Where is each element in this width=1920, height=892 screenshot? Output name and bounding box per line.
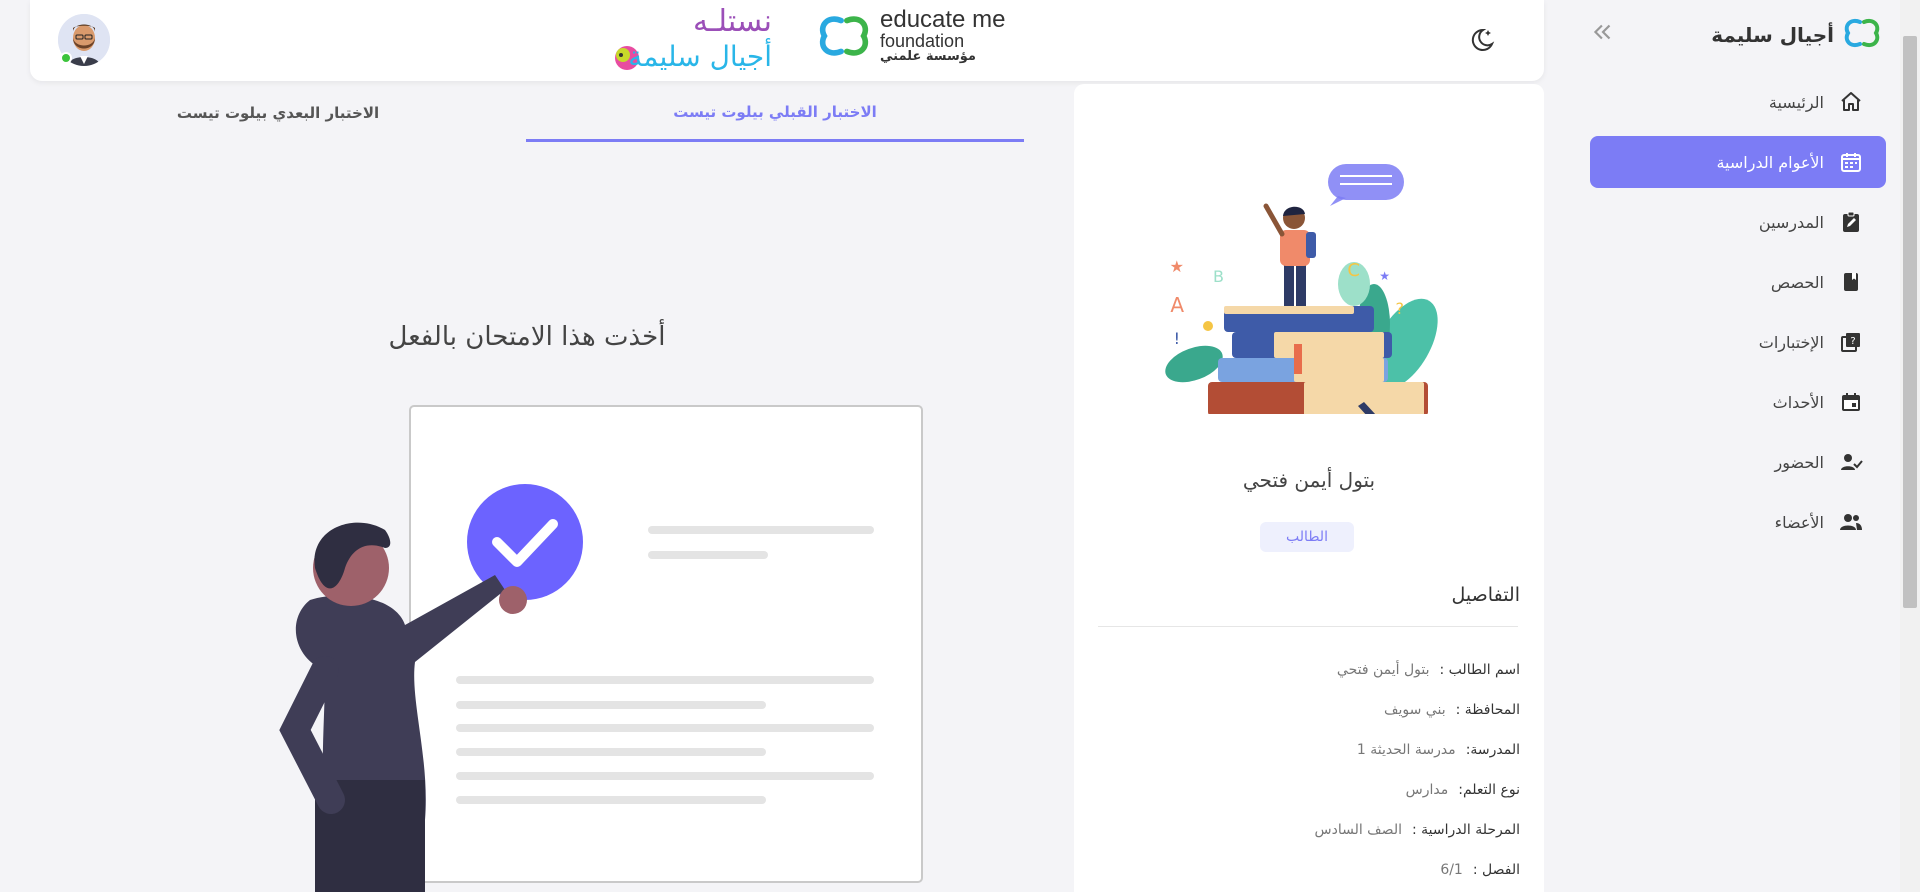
detail-row-class: الفصل : 6/1	[1090, 850, 1520, 890]
svg-text:?: ?	[1396, 299, 1405, 318]
details-divider	[1098, 626, 1518, 627]
sidebar: أجيال سليمة الرئيسية الأعوام الدراسية ال…	[1562, 0, 1900, 892]
brand-name: أجيال سليمة	[1711, 23, 1834, 47]
svg-text:B: B	[1213, 267, 1224, 286]
detail-label: المرحلة الدراسية :	[1411, 822, 1520, 838]
reading-books-illustration: ★ B A C ★ ? !	[1165, 164, 1438, 414]
role-badge: الطالب	[1260, 522, 1354, 552]
svg-text:C: C	[1347, 260, 1360, 281]
educate-me-logo-icon	[819, 15, 869, 56]
tab-pre-test[interactable]: الاختبار القبلي بيلوت تيست	[526, 84, 1024, 142]
tab-post-test[interactable]: الاختبار البعدي بيلوت تيست	[30, 84, 526, 142]
svg-text:!: !	[1174, 329, 1180, 348]
exam-already-taken-message: أخذت هذا الامتحان بالفعل	[388, 322, 666, 352]
educate-me-logo: educate me foundation مؤسسة علمني	[816, 8, 1005, 63]
online-status-dot	[60, 52, 72, 64]
detail-row-governorate: المحافظة : بني سويف	[1090, 690, 1520, 730]
sidebar-item-events[interactable]: الأحداث	[1590, 376, 1886, 428]
book-icon	[1838, 269, 1864, 295]
ajyal-saleema-logo: نستلـه أجيال سليمة	[582, 4, 782, 76]
ajyal-logo-line1: نستلـه	[693, 4, 772, 39]
user-check-icon	[1838, 449, 1864, 475]
sidebar-item-label: الإختبارات	[1758, 332, 1824, 352]
detail-label: نوع التعلم:	[1458, 782, 1520, 798]
sidebar-item-attendance[interactable]: الحضور	[1590, 436, 1886, 488]
svg-text:?: ?	[1850, 336, 1855, 347]
completed-checklist-illustration	[279, 405, 923, 892]
detail-label: المدرسة:	[1465, 742, 1520, 758]
brand-logo-icon	[1842, 16, 1882, 54]
moon-stars-icon	[1471, 28, 1495, 51]
sidebar-item-label: الرئيسية	[1768, 92, 1824, 112]
detail-label: المحافظة :	[1455, 702, 1520, 718]
student-profile-card: ★ B A C ★ ? ! بتول أيمن فتحي الطالب التف…	[1074, 84, 1544, 892]
detail-value: مدرسة الحديثة 1	[1356, 742, 1456, 758]
sidebar-collapse-button[interactable]	[1582, 19, 1624, 52]
educate-me-text: educate me	[880, 6, 1006, 33]
clipboard-edit-icon	[1838, 209, 1864, 235]
svg-text:★: ★	[1170, 257, 1184, 276]
student-name: بتول أيمن فتحي	[1242, 468, 1376, 492]
sidebar-item-home[interactable]: الرئيسية	[1590, 76, 1886, 128]
sidebar-item-academic-years[interactable]: الأعوام الدراسية	[1590, 136, 1886, 188]
detail-row-grade: المرحلة الدراسية : الصف السادس	[1090, 810, 1521, 850]
quiz-icon: ?	[1838, 329, 1864, 355]
sidebar-item-members[interactable]: الأعضاء	[1590, 496, 1886, 548]
detail-row-school: المدرسة: مدرسة الحديثة 1	[1090, 730, 1520, 770]
ajyal-logo-line2: أجيال سليمة	[628, 40, 772, 73]
scrollbar-thumb[interactable]	[1903, 36, 1917, 608]
brand-logo[interactable]: أجيال سليمة	[1711, 16, 1882, 54]
page-scrollbar[interactable]	[1900, 0, 1920, 892]
sidebar-item-label: الحصص	[1770, 272, 1824, 292]
details-list: اسم الطالب : بتول أيمن فتحي المحافظة : ب…	[1090, 650, 1521, 890]
sidebar-item-label: الأحداث	[1772, 392, 1824, 412]
theme-toggle-button[interactable]	[1466, 24, 1498, 56]
sidebar-nav: الرئيسية الأعوام الدراسية المدرسين الحصص…	[1590, 76, 1886, 556]
sidebar-item-teachers[interactable]: المدرسين	[1590, 196, 1886, 248]
top-header: educate me foundation مؤسسة علمني نستلـه…	[30, 0, 1544, 81]
foundation-text: foundation	[880, 31, 965, 51]
detail-row-learning-type: نوع التعلم: مدارس	[1090, 770, 1520, 810]
chevrons-left-icon	[1593, 24, 1611, 39]
sidebar-item-exams[interactable]: ? الإختبارات	[1590, 316, 1886, 368]
exam-tabs: الاختبار القبلي بيلوت تيست الاختبار البع…	[30, 84, 1024, 142]
sidebar-item-label: الأعوام الدراسية	[1716, 152, 1824, 172]
users-icon	[1838, 509, 1864, 535]
detail-value: مدارس	[1405, 782, 1449, 798]
event-icon	[1838, 389, 1864, 415]
sidebar-item-label: الحضور	[1774, 452, 1824, 472]
sidebar-brand: أجيال سليمة	[1582, 14, 1882, 56]
sidebar-item-label: المدرسين	[1758, 212, 1824, 232]
detail-row-student-name: اسم الطالب : بتول أيمن فتحي	[1090, 650, 1520, 690]
sidebar-item-label: الأعضاء	[1774, 512, 1824, 532]
detail-value: 6/1	[1440, 862, 1463, 878]
detail-value: بني سويف	[1384, 702, 1446, 718]
detail-label: الفصل :	[1472, 862, 1520, 878]
detail-value: الصف السادس	[1314, 822, 1402, 838]
svg-text:★: ★	[1379, 269, 1390, 283]
details-title: التفاصيل	[1451, 584, 1520, 606]
educate-me-arabic-text: مؤسسة علمني	[880, 49, 976, 64]
detail-label: اسم الطالب :	[1439, 662, 1520, 678]
calendar-grid-icon	[1838, 149, 1864, 175]
svg-text:A: A	[1170, 293, 1184, 317]
detail-value: بتول أيمن فتحي	[1336, 662, 1430, 678]
home-icon	[1838, 89, 1864, 115]
sidebar-item-classes[interactable]: الحصص	[1590, 256, 1886, 308]
